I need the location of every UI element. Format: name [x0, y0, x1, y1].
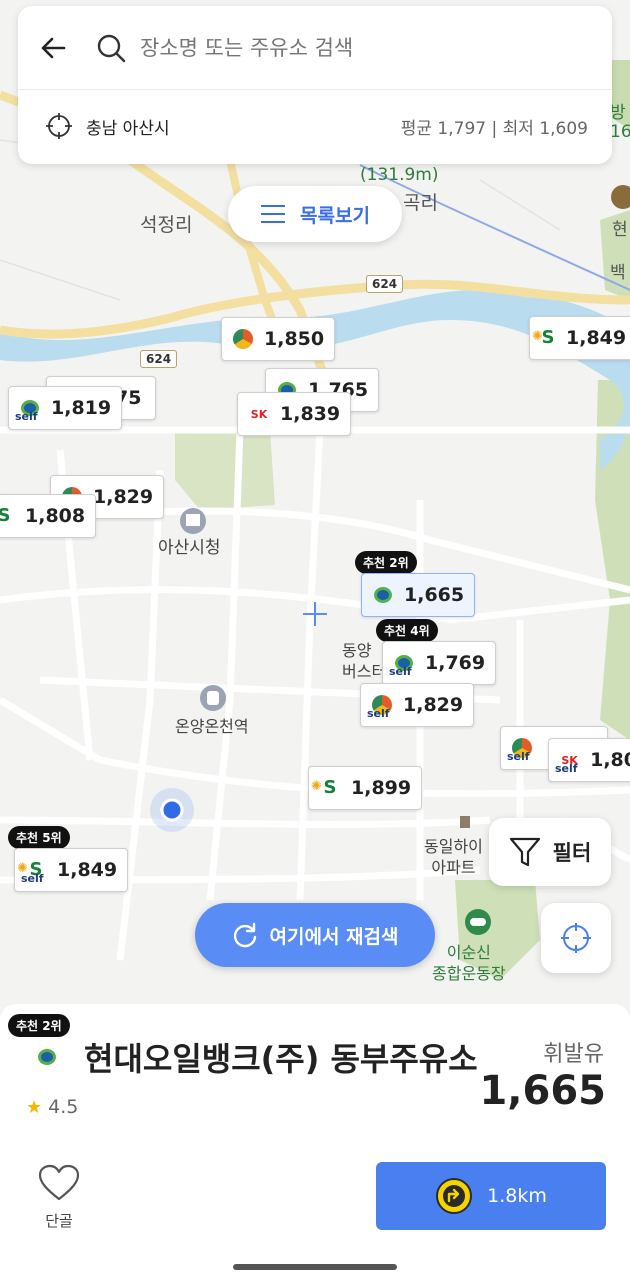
region-label: 충남 아산시 [86, 118, 170, 139]
map-label-right-top-b: 16 [610, 122, 630, 142]
list-view-label: 목록보기 [300, 204, 370, 227]
gs-brand-icon [230, 326, 256, 352]
rating-row: ★ 4.5 [26, 1096, 78, 1118]
map-label-right-mid-a: 현 [612, 220, 628, 240]
station-detail-sheet[interactable]: 추천 2위 현대오일뱅크(주) 동부주유소 ★ 4.5 휘발유 1,665 단골… [0, 1004, 630, 1280]
refresh-icon [233, 922, 256, 948]
marker-price: 1,808 [25, 505, 86, 527]
s-oil-brand-icon: S [0, 503, 17, 529]
list-icon [261, 205, 286, 223]
heart-icon [38, 1164, 80, 1201]
marker-price: 1,819 [51, 397, 112, 419]
map-label-sports-complex: 이순신 종합운동장 [432, 943, 506, 983]
road-number-badge: 624 [366, 275, 404, 293]
distance-label: 1.8km [487, 1185, 547, 1207]
marker-price: 1,769 [425, 652, 486, 674]
filter-icon [509, 837, 540, 867]
locate-icon [561, 923, 591, 953]
price-marker[interactable]: self 1,829 [360, 683, 475, 727]
price-marker[interactable]: self 1,769 [382, 641, 497, 685]
marker-price: 1,849 [566, 327, 627, 349]
fuel-price: 1,665 [479, 1068, 606, 1114]
map-label-gokri: 곡리 [403, 192, 438, 214]
star-icon: ★ [26, 1096, 43, 1118]
price-marker-selected[interactable]: 1,665 [361, 573, 476, 617]
price-marker[interactable]: S 1,899 [308, 766, 423, 810]
back-arrow-icon[interactable] [38, 33, 68, 63]
recommend-rank-badge: 추천 4위 [376, 619, 438, 642]
price-marker[interactable]: 1,850 [221, 317, 336, 361]
search-input[interactable] [140, 35, 560, 60]
navigate-button[interactable]: 1.8km [376, 1162, 606, 1230]
price-marker[interactable]: SKself 1,80 [548, 738, 630, 782]
map-label-city-hall: 아산시청 [158, 538, 221, 558]
recommend-rank-badge: 추천 2위 [8, 1014, 70, 1037]
search-icon [97, 34, 126, 62]
s-oil-self-brand-icon: Sself [21, 857, 49, 886]
crosshair-icon [46, 113, 72, 139]
marker-price: 1,829 [93, 486, 154, 508]
search-row [18, 6, 612, 90]
price-marker[interactable]: Sself 1,849 [14, 848, 129, 892]
sk-self-brand-icon: SK self [555, 753, 578, 776]
search-card: 충남 아산시 평균 1,797 | 최저 1,609 [18, 6, 612, 164]
station-name: 현대오일뱅크(주) 동부주유소 [84, 1040, 478, 1078]
map-label-elevation: (131.9m) [360, 165, 439, 185]
s-oil-brand-icon: S [538, 325, 558, 351]
marker-price: 1,899 [351, 777, 412, 799]
map-label-seokjeong: 석정리 [140, 214, 193, 236]
hyundai-oilbank-self-brand-icon: self [15, 395, 43, 423]
marker-price: 1,829 [403, 694, 464, 716]
locate-me-button[interactable] [541, 903, 611, 973]
fuel-type-label: 휘발유 [543, 1042, 604, 1067]
region-row[interactable]: 충남 아산시 평균 1,797 | 최저 1,609 [18, 90, 612, 162]
favorite-button[interactable]: 단골 [36, 1164, 82, 1231]
filter-button[interactable]: 필터 [489, 818, 611, 886]
recommend-rank-badge: 추천 5위 [8, 826, 70, 849]
list-view-button[interactable]: 목록보기 [228, 186, 402, 242]
road-number-badge: 624 [140, 350, 178, 368]
map-label-onyang-station: 온양온천역 [175, 717, 249, 736]
marker-price: 1,839 [280, 403, 341, 425]
home-indicator[interactable] [233, 1264, 397, 1270]
map-label-right-top-a: 방 [610, 103, 626, 123]
marker-price: 1,849 [57, 859, 118, 881]
rating-value: 4.5 [48, 1096, 79, 1118]
gs-self-brand-icon: self [367, 692, 395, 720]
s-oil-brand-icon: S [317, 775, 343, 801]
map-label-bus-terminal: 동양 버스터 [342, 641, 387, 681]
price-marker[interactable]: SK 1,839 [237, 392, 352, 436]
favorite-label: 단골 [45, 1212, 73, 1230]
navigate-icon [436, 1178, 473, 1214]
hyundai-oilbank-brand-icon [370, 582, 396, 608]
marker-price: 1,80 [590, 749, 630, 771]
search-here-button[interactable]: 여기에서 재검색 [195, 903, 435, 967]
price-marker[interactable]: self 1,819 [8, 386, 123, 430]
search-here-label: 여기에서 재검색 [269, 925, 399, 948]
map-label-apartment: 동일하이 아파트 [424, 837, 483, 877]
hyundai-oilbank-brand-icon [34, 1044, 60, 1070]
map-label-right-mid-b: 백 [610, 263, 626, 283]
price-summary: 평균 1,797 | 최저 1,609 [400, 118, 588, 139]
price-marker[interactable]: S 1,808 [0, 494, 97, 538]
sk-brand-icon: SK [250, 407, 268, 421]
marker-price: 1,665 [404, 584, 465, 606]
recommend-rank-badge: 추천 2위 [355, 551, 417, 574]
filter-label: 필터 [552, 841, 592, 865]
hyundai-oilbank-self-brand-icon: self [389, 650, 417, 678]
price-marker[interactable]: S 1,849 [529, 316, 630, 360]
marker-price: 1,850 [264, 328, 325, 350]
gs-self-brand-icon: self [507, 735, 535, 763]
